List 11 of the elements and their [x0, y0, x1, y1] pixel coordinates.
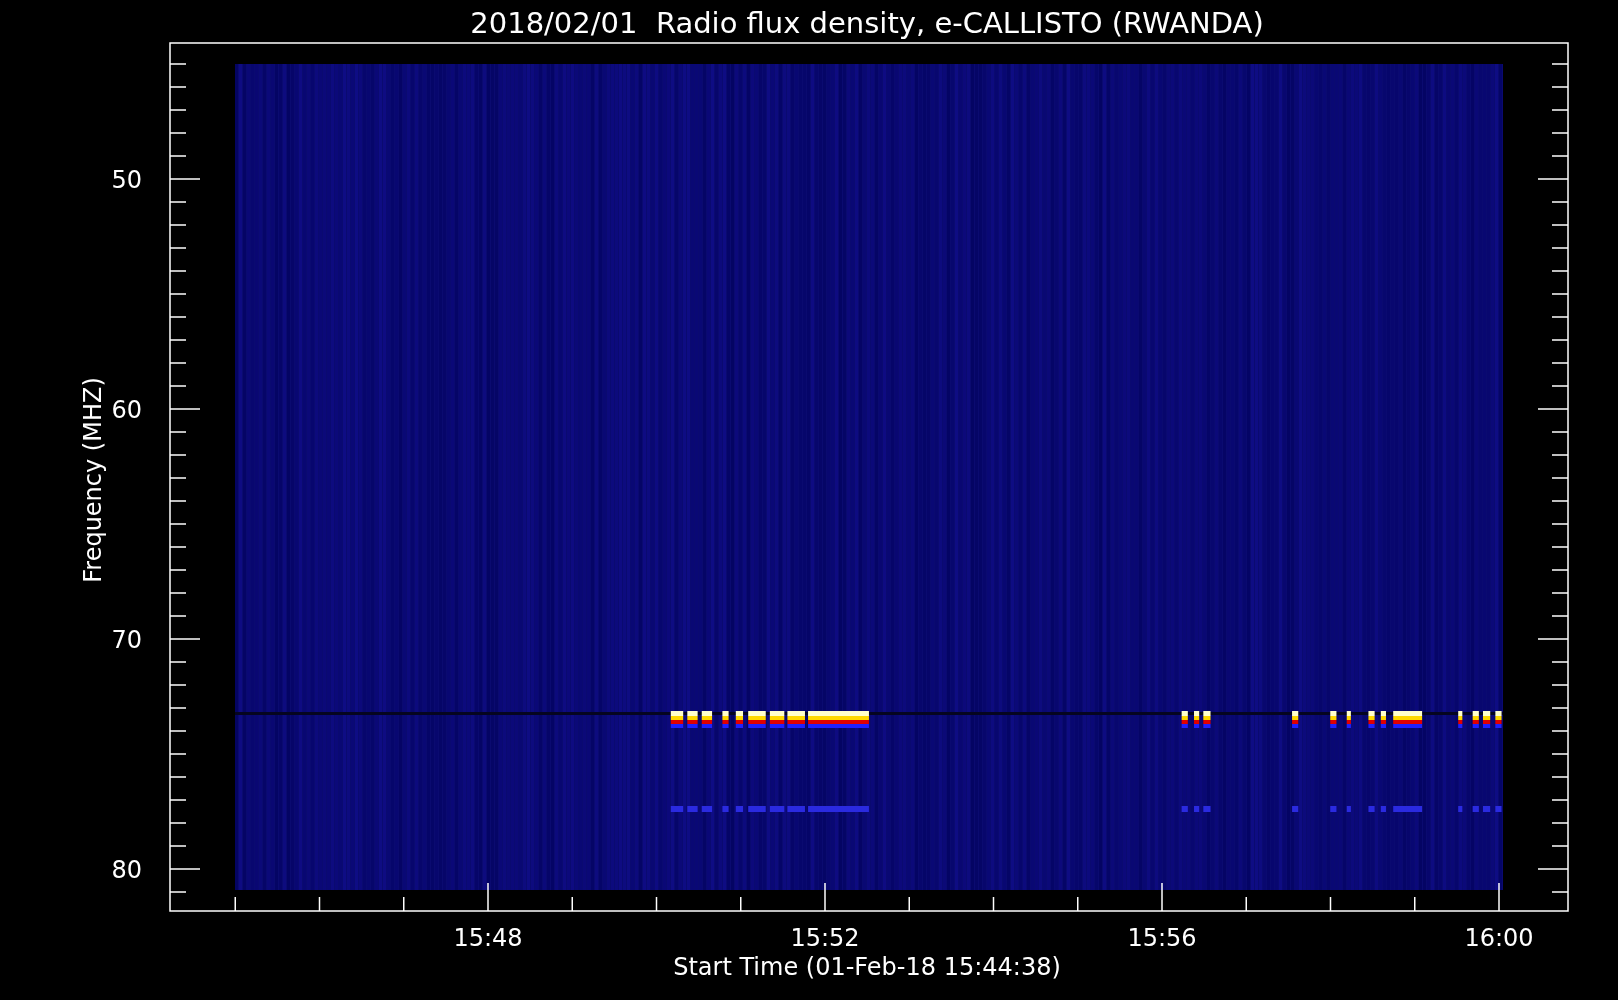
- x-tick-label: 15:56: [1127, 924, 1197, 952]
- y-tick-label: 80: [111, 856, 142, 884]
- x-tick-label: 15:48: [453, 924, 523, 952]
- chart-title: 2018/02/01 Radio flux density, e-CALLISTO (RWANDA): [470, 6, 1264, 40]
- x-tick-label: 15:52: [790, 924, 860, 952]
- y-tick-label: 60: [111, 396, 142, 424]
- x-axis-label: Start Time (01-Feb-18 15:44:38): [673, 953, 1061, 981]
- y-tick-label: 70: [111, 626, 142, 654]
- y-axis-label: Frequency (MHZ): [79, 377, 107, 583]
- x-tick-label: 16:00: [1464, 924, 1534, 952]
- y-tick-label: 50: [111, 166, 142, 194]
